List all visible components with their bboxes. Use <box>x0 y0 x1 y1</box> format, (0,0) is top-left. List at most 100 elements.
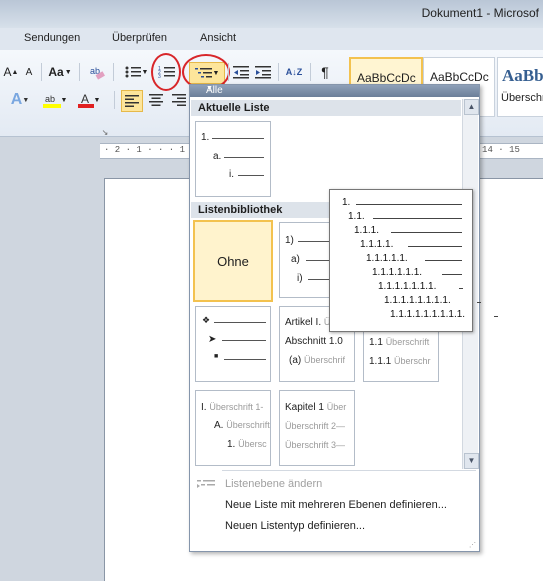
font-color-icon: A <box>77 92 94 108</box>
current-list-thumbnail[interactable]: 1. a. i. <box>195 121 271 197</box>
list-none-thumbnail[interactable]: Ohne <box>193 220 273 302</box>
article-level2: Abschnitt 1.0 <box>285 336 343 347</box>
level-label: a. <box>213 151 222 162</box>
level-label: Kapitel 1 <box>285 402 324 413</box>
separator <box>278 63 279 81</box>
decrease-indent-button[interactable] <box>232 62 250 82</box>
level-label: A. <box>214 420 224 431</box>
tooltip-level-label: 1.1.1.1.1.1.1. <box>378 281 437 292</box>
grow-font-label: A <box>3 65 12 79</box>
heading-label: Über <box>326 402 347 412</box>
arrow-bullet-icon: ➤ <box>208 334 217 345</box>
separator <box>114 91 115 109</box>
tooltip-level-label: 1.1.1.1.1.1.1.1. <box>384 295 451 306</box>
heading-level1: 1.1 Überschrift <box>369 337 429 348</box>
increase-indent-icon <box>255 66 271 79</box>
level-label: i) <box>297 273 303 284</box>
tooltip-level-label: 1.1.1.1.1.1.1.1.1. <box>390 309 466 320</box>
list-bullets-thumbnail[interactable]: ❖ ➤ ■ <box>195 306 271 382</box>
level-line <box>224 359 266 360</box>
menu-define-list-style[interactable]: Neuen Listentyp definieren... <box>191 516 477 536</box>
tooltip-row: 1.1. <box>348 211 462 223</box>
list-roman-thumbnail[interactable]: I. Überschrift 1- A. Überschrift 1. Über… <box>195 390 271 466</box>
show-formatting-button[interactable]: ¶ <box>316 62 334 82</box>
tooltip-level-line <box>373 218 462 219</box>
bullet-list-icon <box>125 66 141 78</box>
tooltip-level-label: 1.1.1.1.1. <box>366 253 408 264</box>
level-label: (a) <box>289 355 302 366</box>
roman-level1: I. Überschrift 1- <box>201 402 263 413</box>
align-center-icon <box>149 94 163 106</box>
level-label: Artikel I. <box>285 317 322 328</box>
shrink-font-button[interactable]: A <box>22 62 36 82</box>
tooltip-row: 1. <box>342 197 462 209</box>
text-effects-button[interactable]: A ▼ <box>8 90 32 110</box>
dialog-launcher-icon[interactable]: ↘ <box>100 122 110 142</box>
style-caption: Überschri <box>501 92 543 104</box>
highlighter-icon: ab <box>42 94 61 108</box>
align-right-icon <box>172 94 186 106</box>
scroll-down-icon[interactable]: ▼ <box>464 453 479 469</box>
square-bullet-icon: ■ <box>214 353 219 360</box>
separator <box>41 63 42 81</box>
svg-text:ab: ab <box>45 94 55 104</box>
separator <box>310 63 311 81</box>
section-title: Aktuelle Liste <box>198 102 270 114</box>
level-label: 1.1.1 <box>369 356 392 367</box>
increase-indent-button[interactable] <box>254 62 272 82</box>
tooltip-level-line <box>442 274 462 275</box>
tooltip-row: 1.1.1.1.1.1.1. <box>378 281 464 293</box>
red-annotation-circle <box>151 53 181 91</box>
tooltip-level-label: 1. <box>342 197 351 208</box>
tooltip-level-line <box>390 232 462 233</box>
tooltip-row: 1.1.1.1.1.1.1.1.1. <box>390 309 498 321</box>
list-level-icon <box>197 480 215 488</box>
tooltip-row: 1.1.1.1. <box>360 239 462 251</box>
tab-sendungen[interactable]: Sendungen <box>24 32 80 44</box>
change-case-button[interactable]: Aa ▼ <box>47 62 73 82</box>
highlight-color-button[interactable]: ab ▼ <box>40 90 70 110</box>
tooltip-level-line <box>476 302 481 303</box>
scroll-up-icon[interactable]: ▲ <box>464 99 479 115</box>
align-left-icon <box>125 95 139 107</box>
separator <box>228 63 229 81</box>
font-color-button[interactable]: A ▼ <box>74 90 104 110</box>
gallery-filter-header[interactable]: Alle ▼ <box>190 85 479 97</box>
heading-label: Überschrift 1- <box>209 402 264 412</box>
level-line <box>212 138 264 139</box>
menu-item-label: Neuen Listentyp definieren... <box>225 520 366 532</box>
change-case-label: Aa <box>48 65 64 79</box>
chapter-level1: Kapitel 1 Über <box>285 402 346 413</box>
align-center-button[interactable] <box>146 90 166 110</box>
menu-define-multilevel-list[interactable]: Neue Liste mit mehreren Ebenen definiere… <box>191 495 477 515</box>
tooltip-level-line <box>493 316 498 317</box>
list-chapter-thumbnail[interactable]: Kapitel 1 Über Überschrift 2— Überschrif… <box>279 390 355 466</box>
heading-label: Überschrift <box>226 420 270 430</box>
tooltip-level-line <box>407 246 462 247</box>
style-heading1[interactable]: AaBb Überschri <box>497 57 543 117</box>
svg-text:A: A <box>81 92 89 106</box>
heading-label: Überschr <box>394 356 431 366</box>
level-label: 1.1 <box>369 337 383 348</box>
bullets-button[interactable]: ▼ <box>121 62 151 82</box>
tab-ansicht[interactable]: Ansicht <box>200 32 236 44</box>
level-label: 1. <box>227 439 236 450</box>
tooltip-level-label: 1.1.1.1.1.1. <box>372 267 423 278</box>
menu-change-list-level[interactable]: Listenebene ändern <box>191 474 477 494</box>
list-preview-tooltip: 1. 1.1. 1.1.1. 1.1.1.1. 1.1.1.1.1. 1.1.1.1.1.… <box>329 189 498 332</box>
align-right-button[interactable] <box>170 90 188 110</box>
level-label: a) <box>291 254 300 265</box>
resize-grip-icon[interactable]: ⋰ <box>469 541 476 549</box>
chevron-down-icon: ▼ <box>22 96 30 104</box>
chapter-level3: Überschrift 3— <box>285 440 346 450</box>
menu-item-label: Neue Liste mit mehreren Ebenen definiere… <box>225 499 447 511</box>
sort-button[interactable]: A↓Z <box>284 62 304 82</box>
align-left-button[interactable] <box>121 90 143 112</box>
tooltip-level-label: 1.1.1. <box>354 225 380 236</box>
chevron-down-icon: ▼ <box>206 85 213 92</box>
article-level3: (a) Überschrif <box>289 355 345 366</box>
grow-font-button[interactable]: A ▲ <box>0 62 22 82</box>
clear-format-button[interactable]: ab <box>87 62 107 82</box>
heading-label: Übersc <box>238 439 267 449</box>
tab-ueberpruefen[interactable]: Überprüfen <box>112 32 167 44</box>
